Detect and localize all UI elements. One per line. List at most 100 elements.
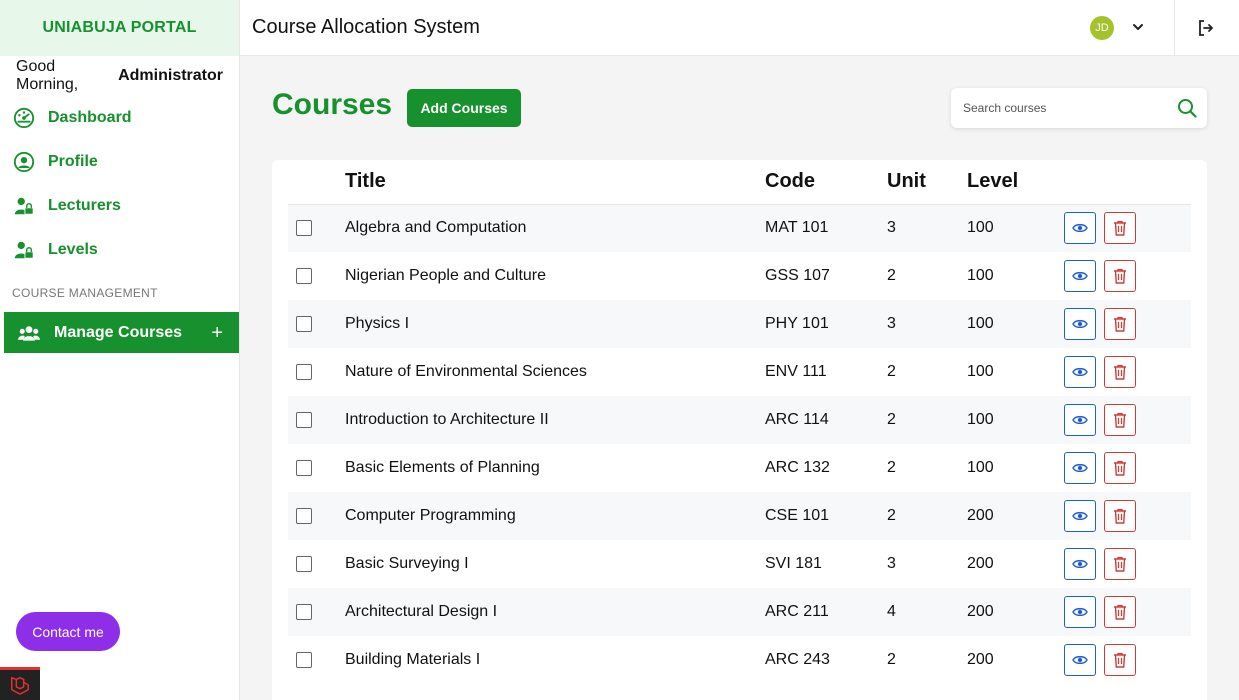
course-level: 200 <box>967 651 994 668</box>
course-level: 100 <box>967 315 994 332</box>
delete-button[interactable] <box>1104 644 1136 676</box>
logout-icon[interactable] <box>1197 19 1215 37</box>
course-title: Basic Elements of Planning <box>345 459 540 476</box>
row-checkbox[interactable] <box>296 220 312 237</box>
view-button[interactable] <box>1064 452 1096 484</box>
user-circle-icon <box>12 150 36 174</box>
search-icon[interactable] <box>1177 98 1197 118</box>
trash-icon <box>1113 604 1127 620</box>
course-code: PHY 101 <box>765 315 829 332</box>
row-checkbox[interactable] <box>296 603 312 620</box>
sidebar-item-dashboard[interactable]: Dashboard <box>0 96 239 140</box>
greeting: Good Morning, Administrator <box>0 56 239 96</box>
row-actions <box>1064 540 1191 588</box>
table-body: Algebra and Computation MAT 101 3 100 Nigeri… <box>288 204 1191 684</box>
course-unit: 3 <box>887 315 896 332</box>
view-button[interactable] <box>1064 212 1096 245</box>
trash-icon <box>1113 364 1127 380</box>
eye-icon <box>1072 606 1088 618</box>
row-actions <box>1064 588 1191 636</box>
course-level: 100 <box>967 363 994 380</box>
row-checkbox[interactable] <box>296 555 312 572</box>
eye-icon <box>1072 414 1088 426</box>
course-unit: 2 <box>887 267 896 284</box>
plus-icon[interactable]: + <box>211 323 223 343</box>
row-checkbox[interactable] <box>296 315 312 332</box>
row-select <box>288 300 345 348</box>
table-header-row: Title Code Unit Level <box>288 160 1191 205</box>
header-actions <box>1064 160 1191 205</box>
users-icon <box>18 322 40 344</box>
course-level: 100 <box>967 219 994 237</box>
add-courses-button[interactable]: Add Courses <box>407 89 521 127</box>
search-input[interactable] <box>963 101 1163 115</box>
delete-button[interactable] <box>1104 596 1136 628</box>
sidebar-item-label: Manage Courses <box>54 323 183 341</box>
course-code: ARC 243 <box>765 651 830 668</box>
course-level: 100 <box>967 411 994 428</box>
avatar[interactable]: JD <box>1090 16 1114 40</box>
course-title: Architectural Design I <box>345 603 498 620</box>
delete-button[interactable] <box>1104 356 1136 388</box>
sidebar-item-profile[interactable]: Profile <box>0 140 239 184</box>
view-button[interactable] <box>1064 404 1096 436</box>
view-button[interactable] <box>1064 260 1096 292</box>
view-button[interactable] <box>1064 308 1096 340</box>
row-actions <box>1064 348 1191 396</box>
course-code: SVI 181 <box>765 555 822 572</box>
sidebar-item-manage-courses[interactable]: Manage Courses + <box>4 312 239 353</box>
trash-icon <box>1113 220 1127 236</box>
top-bar: Course Allocation System JD <box>240 0 1239 56</box>
view-button[interactable] <box>1064 644 1096 676</box>
eye-icon <box>1072 366 1088 378</box>
course-level: 200 <box>967 555 994 572</box>
course-code: ENV 111 <box>765 363 827 380</box>
laravel-logo-icon[interactable] <box>0 667 40 700</box>
chevron-down-icon[interactable] <box>1130 19 1146 35</box>
row-checkbox[interactable] <box>296 363 312 380</box>
course-title: Basic Surveying I <box>345 555 469 572</box>
row-checkbox[interactable] <box>296 651 312 668</box>
course-level: 100 <box>967 267 994 284</box>
row-select <box>288 444 345 492</box>
sidebar-item-levels[interactable]: Levels <box>0 228 239 272</box>
trash-icon <box>1113 460 1127 476</box>
view-button[interactable] <box>1064 356 1096 388</box>
table-row: Computer Programming CSE 101 2 200 <box>288 492 1191 540</box>
course-level: 200 <box>967 603 994 620</box>
sidebar-item-lecturers[interactable]: Lecturers <box>0 184 239 228</box>
row-actions <box>1064 636 1191 684</box>
delete-button[interactable] <box>1104 452 1136 484</box>
delete-button[interactable] <box>1104 404 1136 436</box>
row-actions <box>1064 396 1191 444</box>
delete-button[interactable] <box>1104 260 1136 292</box>
table-row: Basic Elements of Planning ARC 132 2 100 <box>288 444 1191 492</box>
contact-button[interactable]: Contact me <box>16 612 120 651</box>
view-button[interactable] <box>1064 500 1096 532</box>
sidebar-item-label: Lecturers <box>48 197 121 214</box>
row-checkbox[interactable] <box>296 267 312 284</box>
row-checkbox[interactable] <box>296 507 312 524</box>
course-unit: 2 <box>887 507 896 524</box>
table-row: Basic Surveying I SVI 181 3 200 <box>288 540 1191 588</box>
view-button[interactable] <box>1064 548 1096 580</box>
row-select <box>288 492 345 540</box>
sidebar-item-label: Dashboard <box>48 109 132 126</box>
row-checkbox[interactable] <box>296 411 312 428</box>
table-row: Building Materials I ARC 243 2 200 <box>288 636 1191 684</box>
trash-icon <box>1113 412 1127 428</box>
search-box <box>951 88 1207 128</box>
course-title: Algebra and Computation <box>345 219 527 237</box>
delete-button[interactable] <box>1104 308 1136 340</box>
sidebar: UNIABUJA PORTAL Good Morning, Administra… <box>0 0 240 700</box>
row-checkbox[interactable] <box>296 459 312 476</box>
view-button[interactable] <box>1064 596 1096 628</box>
course-title: Nature of Environmental Sciences <box>345 363 587 380</box>
eye-icon <box>1072 462 1088 474</box>
delete-button[interactable] <box>1104 212 1136 245</box>
delete-button[interactable] <box>1104 500 1136 532</box>
row-select <box>288 588 345 636</box>
delete-button[interactable] <box>1104 548 1136 580</box>
brand-logo[interactable]: UNIABUJA PORTAL <box>0 0 239 56</box>
course-unit: 2 <box>887 651 896 668</box>
